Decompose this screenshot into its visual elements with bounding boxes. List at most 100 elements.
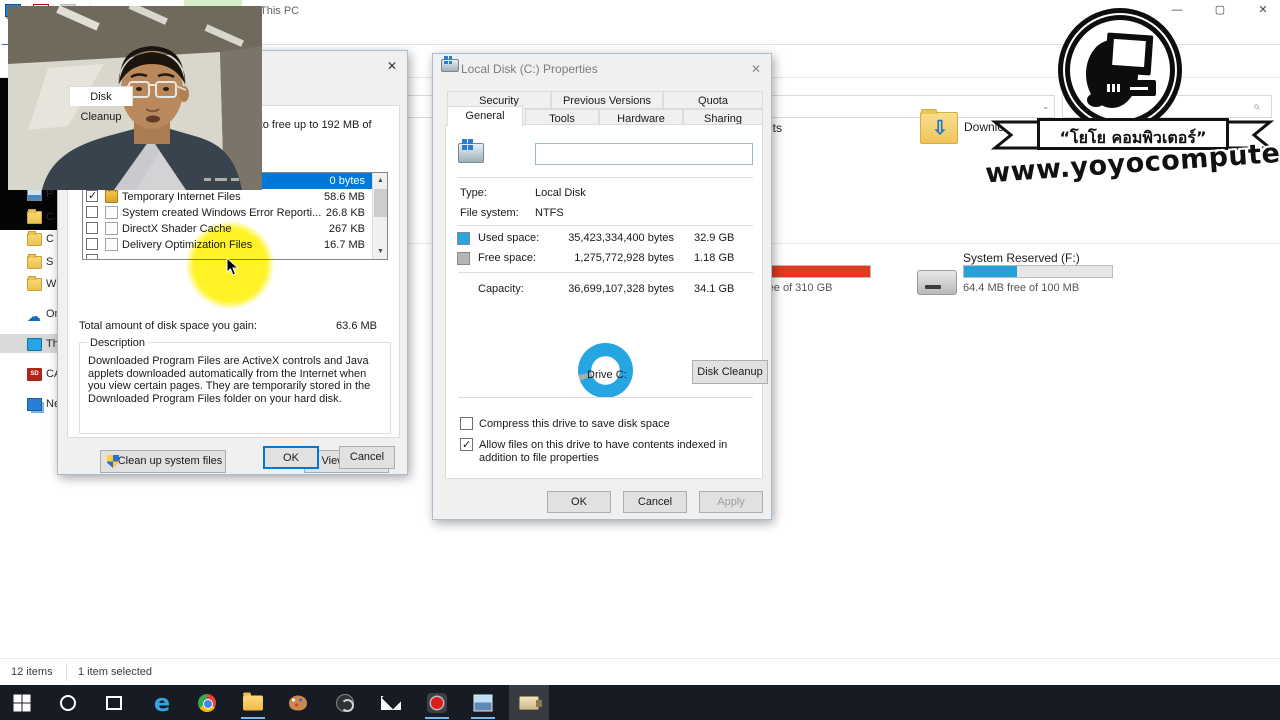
usb-drive-icon[interactable] [917,270,957,295]
obs-studio-icon [336,694,354,712]
list-item-temporary-internet-files[interactable]: Temporary Internet Files 58.6 MB [83,189,387,205]
compress-checkbox[interactable] [460,417,473,430]
edge-button[interactable]: e [142,685,182,720]
clean-up-system-files-button[interactable]: Clean up system files [100,450,226,473]
start-button[interactable] [2,685,42,720]
divider [66,663,67,681]
status-selected-count: 1 item selected [78,666,152,678]
close-icon[interactable]: ✕ [383,57,401,75]
address-dropdown-icon[interactable]: ⌄ [1042,101,1050,112]
checkbox-unchecked[interactable] [86,222,98,234]
list-item-delivery-optimization[interactable]: Delivery Optimization Files 16.7 MB [83,237,387,253]
disk-cleanup-app-button[interactable] [509,685,549,720]
minimize-button[interactable]: — [1160,0,1194,22]
capacity-gb: 34.1 GB [694,283,734,295]
scrollbar-thumb[interactable] [374,189,387,217]
running-indicator [425,717,449,719]
checkbox-unchecked[interactable] [86,254,98,260]
sd-card-icon: SD [27,368,42,381]
sidebar-item-this-pc[interactable]: Th [0,336,58,354]
total-gain-value: 63.6 MB [336,320,377,332]
folder-icon [27,211,42,224]
paint-app-button[interactable] [278,685,318,720]
windows-logo-icon [14,694,31,711]
folder-icon [27,233,42,246]
description-title: Description [87,337,148,349]
paint-palette-icon [289,695,307,710]
mail-button[interactable] [371,685,411,720]
list-item-error-reporting[interactable]: System created Windows Error Reporti... … [83,205,387,221]
desktop-screen: ▾ Drive Tools This PC — ▢ ✕ File Compute… [0,0,1280,720]
close-button[interactable]: ✕ [1246,0,1280,22]
file-icon [105,238,118,251]
drive-f-name[interactable]: System Reserved (F:) [963,251,1080,265]
chrome-button[interactable] [187,685,227,720]
cancel-button[interactable]: Cancel [623,491,687,513]
ok-button[interactable]: OK [263,446,319,469]
task-view-button[interactable] [94,685,134,720]
screen-recorder-button[interactable] [417,685,457,720]
downloads-folder-icon[interactable]: ⇩ [920,112,958,144]
general-tab-panel: Type: Local Disk File system: NTFS Used … [445,124,763,479]
webcam-video [8,6,262,190]
filesystem-value: NTFS [535,207,564,219]
scroll-up-icon[interactable]: ▲ [373,173,388,188]
ok-button[interactable]: OK [547,491,611,513]
apply-button[interactable]: Apply [699,491,763,513]
sidebar-item-sd-card[interactable]: SD CA [0,366,58,384]
sidebar-item-network[interactable]: Ne [0,396,58,414]
index-checkbox-label[interactable]: Allow files on this drive to have conten… [479,439,757,465]
cortana-button[interactable] [48,685,88,720]
volume-label-input[interactable] [535,143,753,165]
description-text: Downloaded Program Files are ActiveX con… [88,355,386,405]
type-value: Local Disk [535,187,586,199]
properties-dialog: Local Disk (C:) Properties ✕ Security Pr… [432,53,772,520]
checkbox-unchecked[interactable] [86,238,98,250]
index-checkbox[interactable] [460,438,473,451]
tab-general[interactable]: General [447,106,523,127]
cancel-button[interactable]: Cancel [339,446,395,469]
obs-studio-button[interactable] [325,685,365,720]
tab-disk-cleanup[interactable]: Disk Cleanup [69,86,133,106]
dialog-title: Local Disk (C:) Properties [461,62,598,76]
drive-f-free-label: 64.4 MB free of 100 MB [963,282,1079,294]
used-space-bytes: 35,423,334,400 bytes [556,232,674,244]
capacity-label: Capacity: [478,283,524,295]
logo-banner-text: “โยโย คอมพิวเตอร์” [1040,126,1226,151]
sidebar-item-folder[interactable]: S [0,254,58,272]
checkbox-checked[interactable] [86,190,98,202]
photos-button[interactable] [463,685,503,720]
logo-banner: “โยโย คอมพิวเตอร์” [1037,118,1229,150]
logo-url-text: www.yoyocomputer.com [984,138,1280,190]
disk-cleanup-button[interactable]: Disk Cleanup [692,360,768,384]
scroll-down-icon[interactable]: ▼ [373,244,388,259]
checkbox-unchecked[interactable] [86,206,98,218]
tab-previous-versions[interactable]: Previous Versions [551,91,663,109]
chrome-icon [198,694,216,712]
file-explorer-button[interactable] [233,685,273,720]
used-space-label: Used space: [478,232,539,244]
type-label: Type: [460,187,487,199]
sidebar-item-onedrive[interactable]: ☁ On [0,306,58,324]
onedrive-cloud-icon: ☁ [27,308,42,321]
taskbar: e [0,685,1280,720]
free-space-swatch [457,252,470,265]
downloads-tile-label[interactable]: Downloads [964,120,1023,134]
task-view-icon [106,696,122,710]
used-space-gb: 32.9 GB [694,232,734,244]
drive-f-capacity-bar [963,265,1113,278]
download-arrow-glyph: ⇩ [932,117,948,140]
tab-quota[interactable]: Quota [663,91,763,109]
list-item-directx-shader-cache[interactable]: DirectX Shader Cache 267 KB [83,221,387,237]
sidebar-item-folder[interactable]: C [0,209,58,227]
status-bar: 12 items 1 item selected [0,658,1280,685]
divider [458,225,753,226]
sidebar-item-folder[interactable]: C [0,231,58,249]
maximize-button[interactable]: ▢ [1203,0,1237,22]
search-input[interactable] [1062,95,1272,118]
sidebar-item-folder[interactable]: W [0,276,58,294]
divider [458,397,753,398]
list-scrollbar[interactable]: ▲ ▼ [372,173,387,259]
compress-checkbox-label[interactable]: Compress this drive to save disk space [479,418,670,430]
close-icon[interactable]: ✕ [747,60,765,78]
